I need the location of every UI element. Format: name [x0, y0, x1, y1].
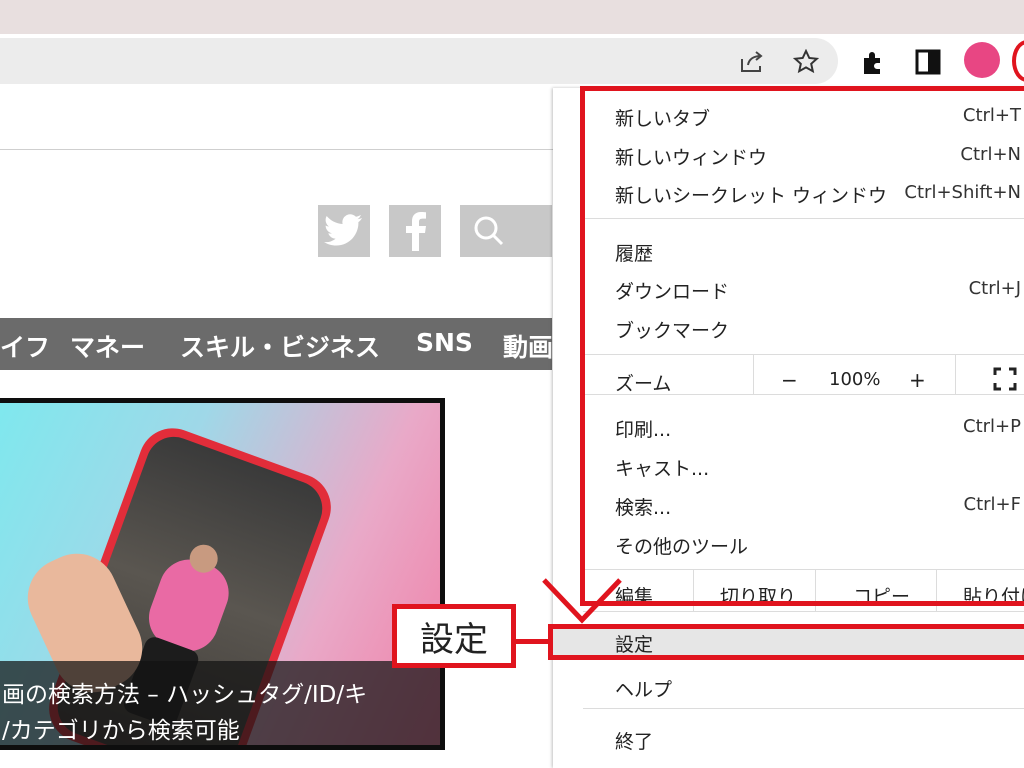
- annotation-connector: [516, 639, 552, 644]
- header-divider: [0, 149, 553, 150]
- nav-item-sns[interactable]: SNS: [416, 328, 473, 357]
- address-bar[interactable]: [0, 38, 838, 84]
- star-icon[interactable]: [792, 48, 820, 76]
- nav-item-money[interactable]: マネー: [70, 328, 145, 364]
- extensions-icon[interactable]: [858, 46, 890, 78]
- article-card[interactable]: 画の検索方法 – ハッシュタグ/ID/キ /カテゴリから検索可能: [0, 398, 445, 750]
- nav-item-life[interactable]: イフ: [0, 328, 50, 364]
- annotation-label: 設定: [392, 604, 516, 668]
- nav-item-video[interactable]: 動画: [503, 328, 553, 364]
- facebook-icon[interactable]: [389, 205, 441, 257]
- profile-avatar[interactable]: [964, 42, 1000, 78]
- menu-item-help[interactable]: ヘルプ: [615, 675, 672, 702]
- nav-item-skill-business[interactable]: スキル・ビジネス: [180, 328, 380, 364]
- twitter-icon[interactable]: [318, 205, 370, 257]
- annotation-arrow: [538, 572, 628, 632]
- side-panel-icon[interactable]: [912, 46, 944, 78]
- menu-item-exit[interactable]: 終了: [615, 727, 653, 754]
- annotation-menu-outline: [580, 86, 1024, 606]
- search-icon[interactable]: [460, 205, 552, 257]
- menu-separator: [583, 708, 1024, 709]
- site-nav: イフ マネー スキル・ビジネス SNS 動画: [0, 318, 553, 370]
- share-icon[interactable]: [738, 48, 766, 76]
- article-caption: 画の検索方法 – ハッシュタグ/ID/キ /カテゴリから検索可能: [0, 661, 440, 745]
- menu-separator: [583, 611, 1024, 612]
- tab-strip: [0, 0, 1024, 34]
- caption-line-1: 画の検索方法 – ハッシュタグ/ID/キ: [2, 682, 368, 708]
- caption-line-2: /カテゴリから検索可能: [2, 718, 240, 744]
